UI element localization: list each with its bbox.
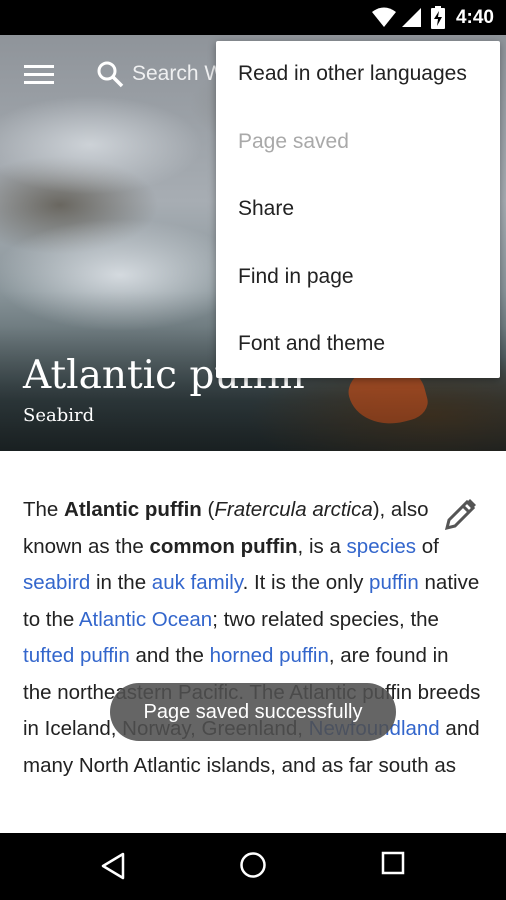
hamburger-menu-icon[interactable] [24, 65, 54, 85]
link-seabird[interactable]: seabird [23, 571, 90, 594]
bold-term: Atlantic puffin [64, 498, 202, 521]
link-horned-puffin[interactable]: horned puffin [210, 644, 329, 667]
search-icon[interactable] [96, 60, 124, 88]
wifi-icon [372, 7, 396, 27]
overflow-menu: Read in other languages Page saved Share… [216, 41, 500, 378]
recents-icon[interactable] [381, 851, 405, 875]
bold-term: common puffin [149, 534, 298, 558]
status-time: 4:40 [455, 7, 494, 28]
signal-icon [402, 8, 421, 27]
system-navigation-bar [0, 833, 506, 900]
home-icon[interactable] [239, 851, 267, 879]
toast-notification: Page saved successfully [110, 683, 396, 741]
link-tufted-puffin[interactable]: tufted puffin [23, 644, 130, 667]
link-auk-family[interactable]: auk family [152, 571, 243, 594]
search-input[interactable]: Search W [132, 62, 224, 86]
link-species[interactable]: species [347, 535, 417, 558]
link-puffin[interactable]: puffin [369, 571, 419, 594]
menu-item-find-in-page[interactable]: Find in page [238, 265, 354, 289]
scientific-name: Fratercula arctica [214, 498, 373, 521]
link-atlantic-ocean[interactable]: Atlantic Ocean [79, 608, 212, 631]
back-icon[interactable] [100, 851, 126, 881]
menu-item-share[interactable]: Share [238, 197, 294, 221]
menu-item-read-in-other-languages[interactable]: Read in other languages [238, 62, 467, 86]
menu-item-page-saved: Page saved [238, 130, 349, 153]
battery-charging-icon [431, 6, 445, 29]
menu-item-font-and-theme[interactable]: Font and theme [238, 332, 385, 356]
page-subtitle: Seabird [23, 405, 95, 426]
status-bar: 4:40 [0, 0, 506, 35]
